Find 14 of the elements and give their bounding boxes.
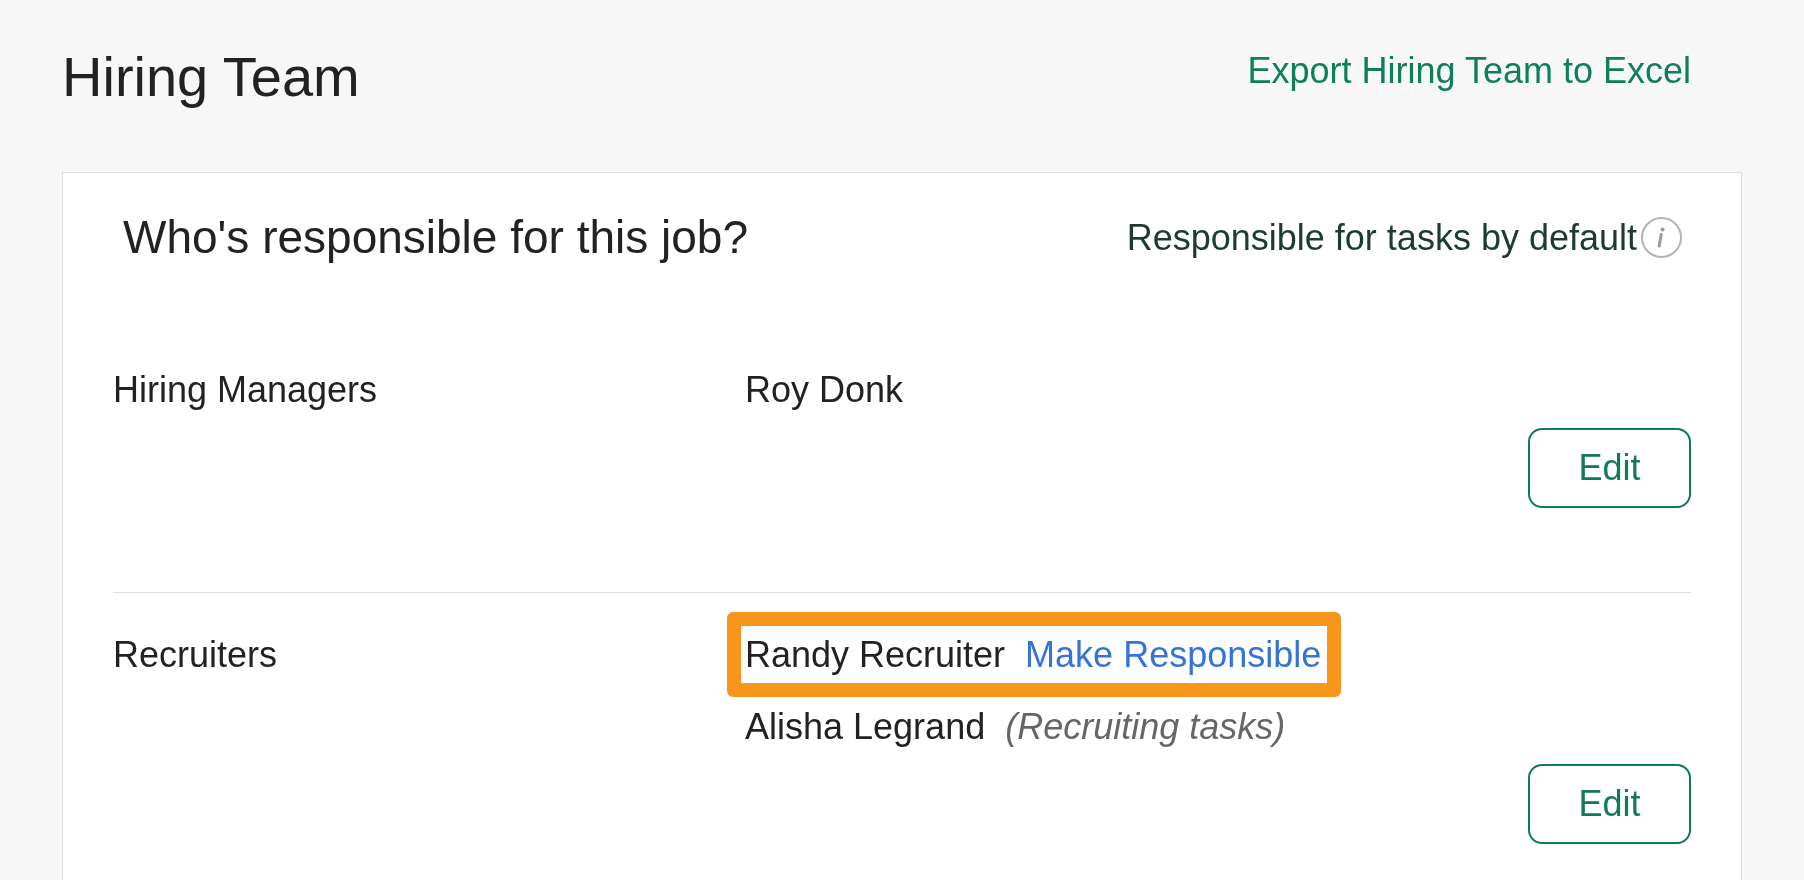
group-label: Recruiters bbox=[113, 632, 278, 676]
default-note: Responsible for tasks by default bbox=[1126, 216, 1637, 260]
member-name: Randy Recruiter bbox=[745, 632, 1006, 676]
make-responsible-link[interactable]: Make Responsible bbox=[1025, 632, 1322, 676]
edit-button[interactable]: Edit bbox=[1528, 763, 1691, 844]
page-title: Hiring Team bbox=[62, 44, 360, 110]
member-name: Roy Donk bbox=[745, 368, 904, 412]
member-name: Alisha Legrand bbox=[745, 704, 986, 748]
edit-button[interactable]: Edit bbox=[1528, 427, 1691, 508]
group-label: Hiring Managers bbox=[113, 368, 378, 412]
info-icon[interactable] bbox=[1641, 217, 1682, 259]
task-note: (Recruiting tasks) bbox=[1005, 704, 1286, 748]
card-title: Who's responsible for this job? bbox=[123, 210, 748, 266]
export-link[interactable]: Export Hiring Team to Excel bbox=[1247, 49, 1691, 93]
